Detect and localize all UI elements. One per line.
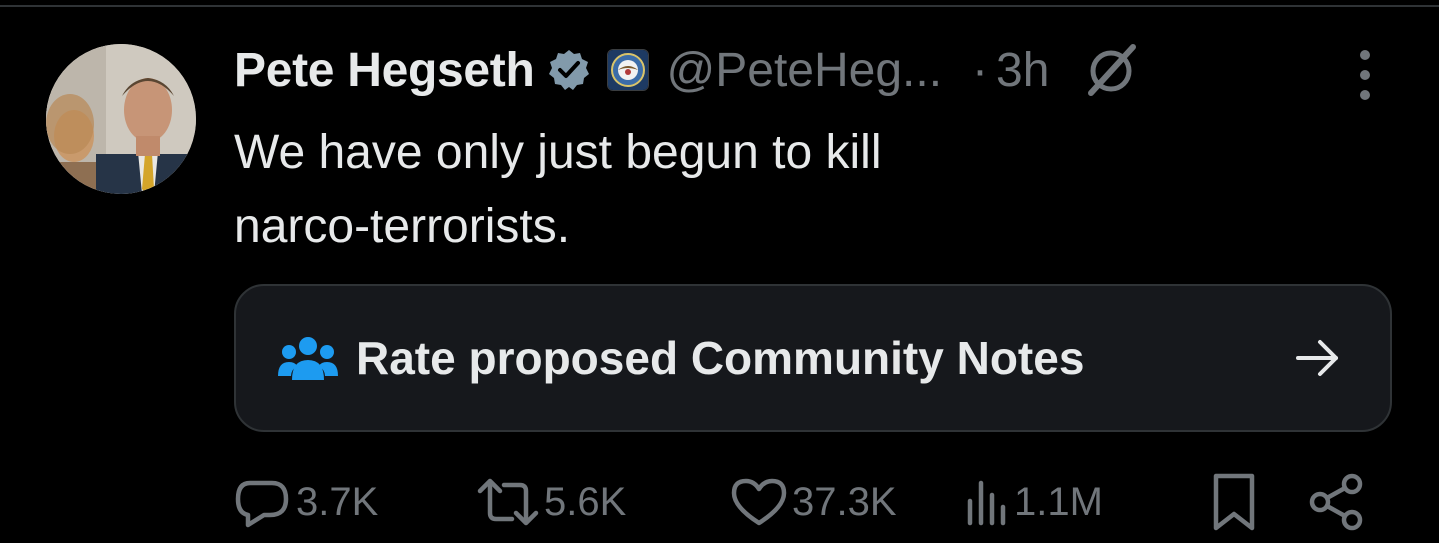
bookmark-button[interactable] <box>1210 470 1258 534</box>
repost-count: 5.6K <box>544 479 627 524</box>
government-seal-icon[interactable] <box>606 49 649 91</box>
like-button[interactable]: 37.3K <box>730 470 897 534</box>
community-notes-label: Rate proposed Community Notes <box>356 332 1085 384</box>
tweet-actions: 3.7K 5.6K 37.3K 1.1M <box>0 470 1439 534</box>
like-count: 37.3K <box>792 479 897 524</box>
views-count: 1.1M <box>1014 479 1103 524</box>
tweet-text-line-1: We have only just begun to kill <box>234 126 882 179</box>
reply-count: 3.7K <box>296 479 379 524</box>
views-chart-icon <box>967 480 1006 526</box>
grok-icon[interactable] <box>1083 41 1141 99</box>
author-avatar[interactable] <box>46 44 196 194</box>
share-button[interactable] <box>1308 470 1366 534</box>
top-divider <box>0 5 1439 7</box>
arrow-right-icon <box>1294 336 1342 380</box>
reply-button[interactable]: 3.7K <box>234 470 378 534</box>
tweet-text-line-2: narco-terrorists. <box>234 200 571 253</box>
views-button[interactable]: 1.1M <box>964 470 1103 534</box>
author-name[interactable]: Pete Hegseth <box>234 43 535 98</box>
tweet-header: Pete Hegseth @PeteHeg... · 3h <box>234 40 1141 100</box>
share-icon <box>1309 473 1363 531</box>
verified-badge-icon[interactable] <box>547 48 591 92</box>
more-options-icon[interactable] <box>1354 48 1376 102</box>
repost-button[interactable]: 5.6K <box>476 470 626 534</box>
repost-icon <box>477 478 539 526</box>
timestamp[interactable]: 3h <box>996 43 1049 98</box>
bookmark-icon <box>1213 473 1255 531</box>
heart-icon <box>731 478 787 526</box>
rate-community-notes-button[interactable]: Rate proposed Community Notes <box>234 284 1392 432</box>
community-notes-icon <box>278 334 338 382</box>
reply-icon <box>235 480 289 528</box>
separator-dot: · <box>972 43 989 97</box>
tweet-text: We have only just begun to kill narco-te… <box>234 116 1334 264</box>
author-handle[interactable]: @PeteHeg... <box>667 43 943 98</box>
